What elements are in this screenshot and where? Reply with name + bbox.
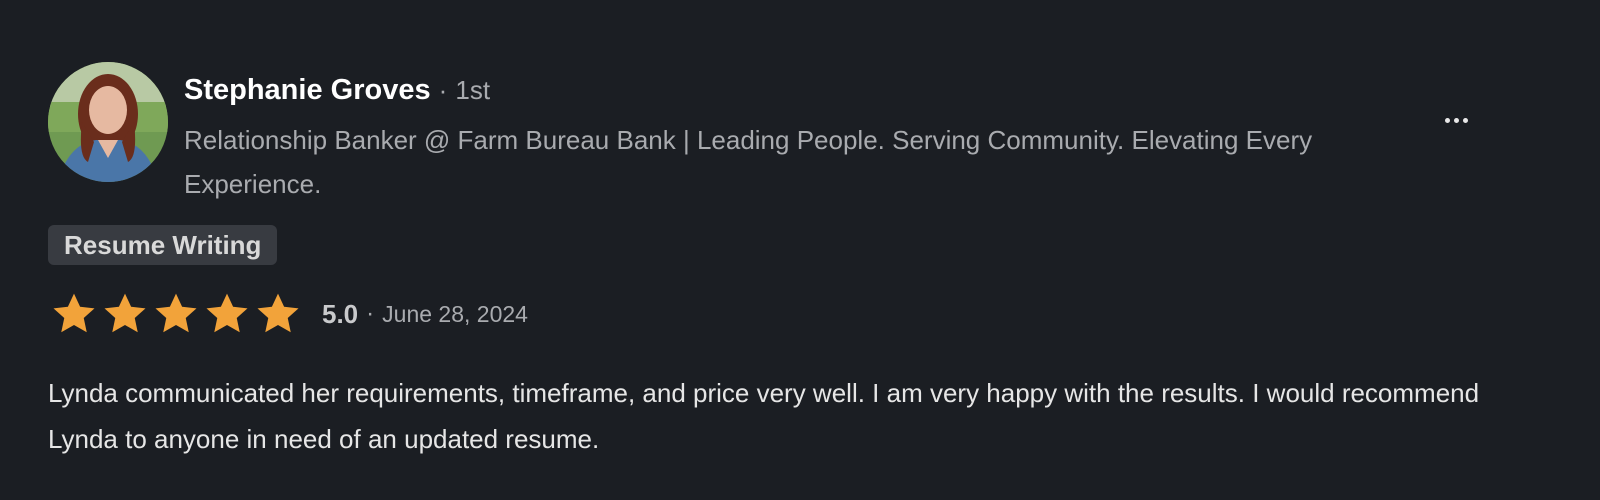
reviewer-name-row: Stephanie Groves · 1st [184, 70, 1444, 110]
rating-score: 5.0 [322, 298, 359, 329]
service-tag: Resume Writing [48, 225, 278, 265]
avatar-photo [48, 62, 168, 182]
star-icon [53, 293, 95, 333]
star-icon [155, 293, 197, 333]
star-rating [50, 290, 305, 338]
review-card: Stephanie Groves · 1st Relationship Bank… [24, 36, 1520, 462]
review-date: June 28, 2024 [382, 300, 528, 327]
review-text: Lynda communicated her requirements, tim… [48, 378, 1480, 454]
avatar[interactable] [48, 62, 168, 182]
reviewer-headline: Relationship Banker @ Farm Bureau Bank |… [184, 125, 1313, 199]
star-icon [257, 293, 299, 333]
reviewer-name[interactable]: Stephanie Groves [184, 74, 431, 106]
name-separator: · [438, 75, 448, 105]
star-icon [104, 293, 146, 333]
more-horizontal-icon [1443, 117, 1470, 123]
star-icon [206, 293, 248, 333]
rating-separator: · [366, 300, 375, 327]
rating-row: 5.0 · June 28, 2024 [50, 290, 528, 338]
reviewer-meta: Stephanie Groves · 1st Relationship Bank… [184, 70, 1444, 206]
connection-degree: 1st [455, 75, 491, 105]
more-options-button[interactable] [1436, 104, 1476, 136]
